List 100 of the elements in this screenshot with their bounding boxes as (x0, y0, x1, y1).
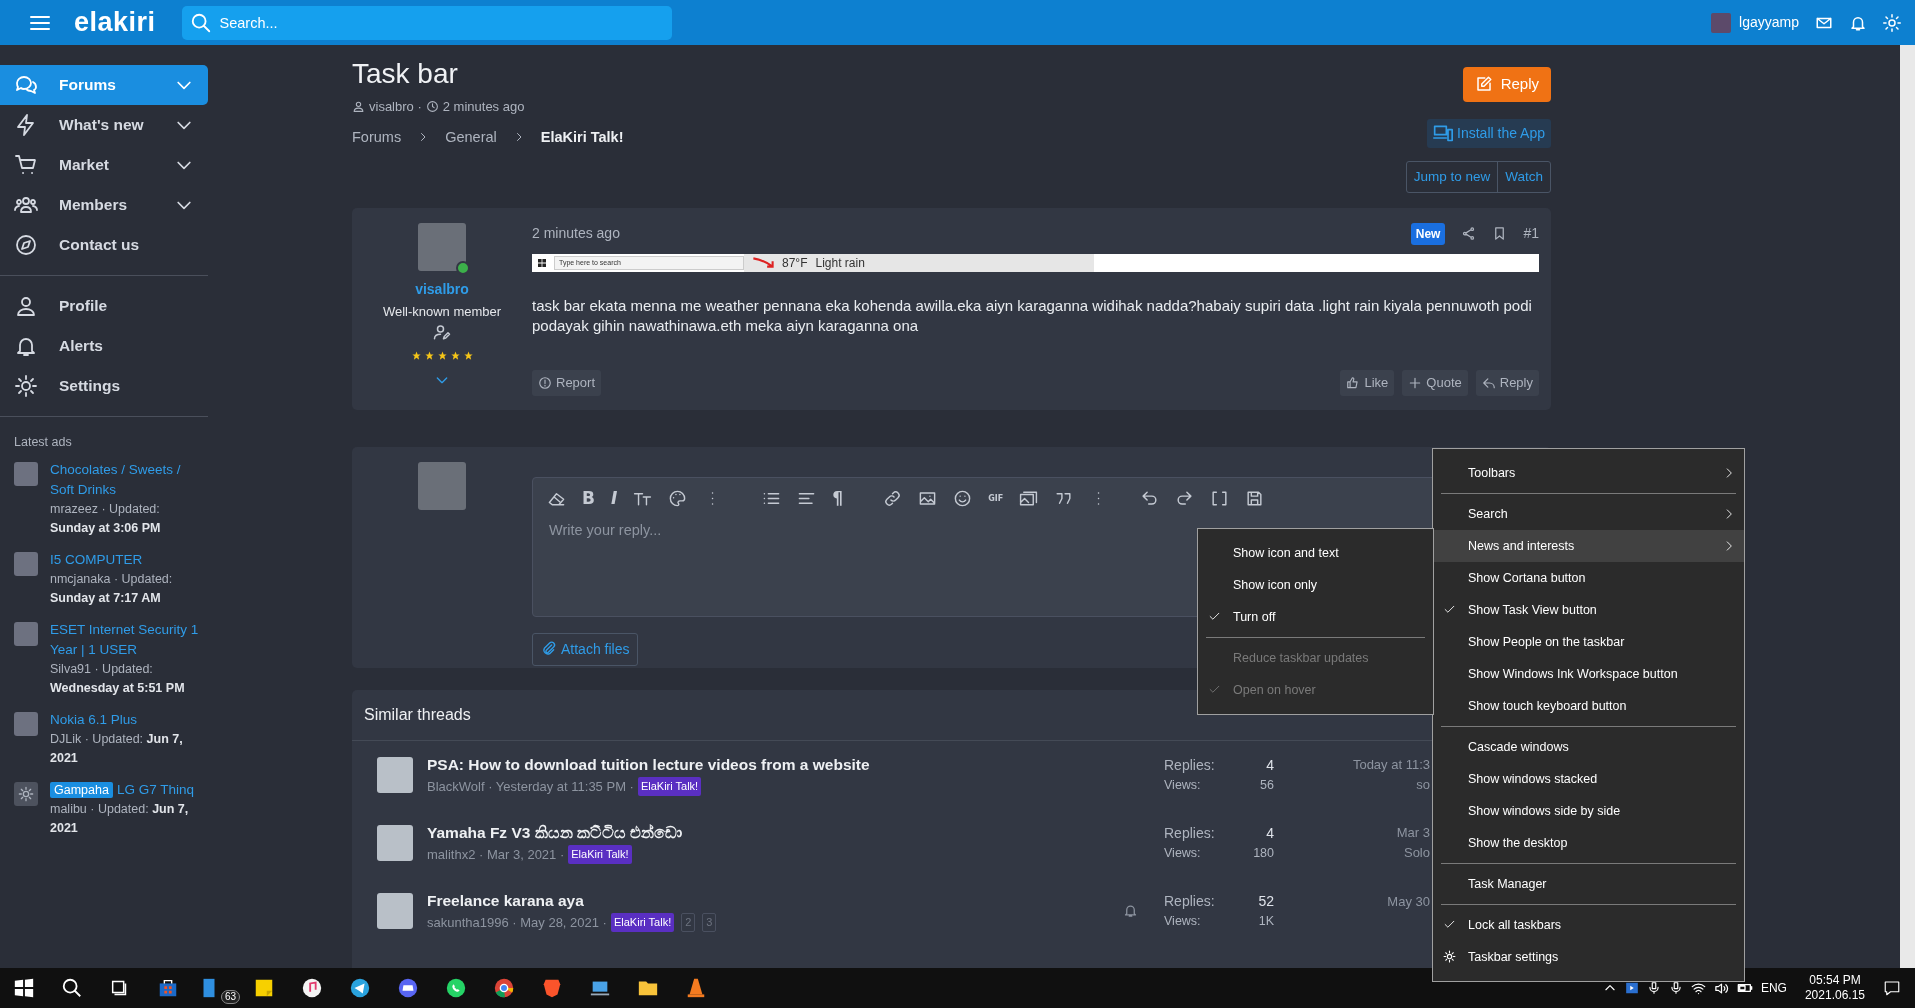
attach-files-button[interactable]: Attach files (532, 632, 639, 666)
site-logo[interactable]: elakiri (74, 2, 156, 43)
thread-avatar[interactable] (377, 824, 413, 861)
ad-title-link[interactable]: Nokia 6.1 Plus (50, 709, 138, 730)
ad-title-link[interactable]: LG G7 Thinq (116, 779, 194, 800)
search-icon[interactable] (61, 977, 83, 999)
game-controller-icon[interactable] (397, 977, 419, 999)
last-poster[interactable]: so (1310, 774, 1430, 795)
menu-item[interactable]: Turn off (1198, 601, 1433, 633)
ad-title-link[interactable]: I5 COMPUTER (50, 549, 143, 570)
reply-button[interactable]: Reply (1475, 370, 1539, 396)
menu-item[interactable]: Toolbars (1433, 457, 1744, 489)
nav-item[interactable]: Forums (0, 65, 208, 105)
menu-item[interactable]: Search (1433, 498, 1744, 530)
app-tray-icon[interactable] (1624, 981, 1639, 995)
quote-button[interactable]: Quote (1402, 370, 1468, 396)
browser-icon[interactable] (493, 977, 515, 999)
nav-item[interactable]: Members (0, 185, 208, 225)
menu-item[interactable]: Show the desktop (1433, 827, 1744, 859)
menu-item[interactable]: Show Cortana button (1433, 562, 1744, 594)
smiley-icon[interactable] (953, 489, 973, 509)
lion-shield-icon[interactable] (541, 977, 563, 999)
brackets-icon[interactable] (1210, 489, 1230, 509)
scrollbar[interactable] (1900, 45, 1915, 968)
nav-item[interactable]: Contact us (0, 225, 208, 265)
menu-item[interactable]: Show Windows Ink Workspace button (1433, 658, 1744, 690)
jump-to-new-button[interactable]: Jump to new (1406, 161, 1498, 192)
ad-thumbnail[interactable] (14, 461, 38, 486)
toolbar-button[interactable]: B (582, 486, 595, 512)
microphone-icon[interactable] (1668, 981, 1683, 995)
thread-avatar[interactable] (377, 756, 413, 793)
thread-title-link[interactable]: PSA: How to download tuition lecture videos from a website (427, 753, 1123, 777)
speaker-icon[interactable] (1713, 980, 1729, 996)
nav-item[interactable]: What's new (0, 105, 208, 145)
music-note-icon[interactable] (301, 977, 323, 999)
menu-item[interactable]: Lock all taskbars (1433, 909, 1744, 941)
menu-item[interactable]: News and interests (1433, 530, 1744, 562)
link-icon[interactable] (883, 489, 903, 509)
post-time[interactable]: 2 minutes ago (532, 223, 620, 245)
palette-icon[interactable] (668, 489, 688, 509)
breadcrumb-link[interactable]: General (445, 126, 497, 149)
breadcrumb-link[interactable]: Forums (352, 126, 402, 149)
search-field[interactable]: Search... (181, 5, 672, 40)
ad-meta: DJLik · Updated: Jun 7, 2021 (50, 730, 184, 767)
taskbar-clock[interactable]: 05:54 PM 2021.06.15 (1804, 973, 1865, 1003)
forum-tag[interactable]: ElaKiri Talk! (610, 913, 675, 932)
menu-item[interactable]: Show Task View button (1433, 594, 1744, 626)
nav-item[interactable]: Alerts (0, 326, 208, 366)
menu-item[interactable]: Show windows side by side (1433, 795, 1744, 827)
notification-icon[interactable] (1883, 979, 1901, 997)
menu-item[interactable]: Task Manager (1433, 868, 1744, 900)
thread-avatar[interactable] (377, 892, 413, 929)
author-name[interactable]: visalbro (415, 278, 469, 300)
traffic-cone-icon[interactable] (685, 977, 707, 999)
sun-icon[interactable] (1883, 13, 1901, 32)
checkmark-icon (1208, 683, 1221, 696)
menu-item[interactable]: Show windows stacked (1433, 763, 1744, 795)
sticky-note-icon[interactable] (253, 977, 275, 999)
ad-thumbnail[interactable] (14, 621, 38, 646)
share-icon[interactable] (1461, 226, 1477, 242)
thread-title-link[interactable]: Yamaha Fz V3 කියන කට්ටිය එන්ඩො (427, 821, 1123, 845)
menu-item[interactable]: Show People on the taskbar (1433, 626, 1744, 658)
microphone-icon[interactable] (1646, 981, 1661, 995)
last-poster[interactable]: Solo (1310, 842, 1430, 863)
save-icon[interactable] (1245, 489, 1265, 509)
nav-item[interactable]: Profile (0, 286, 208, 326)
menu-item[interactable]: Show icon only (1198, 569, 1433, 601)
toolbar-button[interactable]: I (610, 486, 618, 512)
nav-item[interactable]: Market (0, 145, 208, 185)
menu-item[interactable]: Taskbar settings (1433, 941, 1744, 973)
phone-bubble-icon[interactable] (445, 977, 467, 999)
stat-label: Views: (1164, 844, 1201, 862)
watch-button[interactable]: Watch (1497, 161, 1550, 192)
install-app-button[interactable]: Install the App (1427, 118, 1551, 148)
username[interactable]: lgayyamp (1739, 12, 1799, 33)
ad-thumbnail[interactable] (14, 711, 38, 736)
breadcrumb-link[interactable]: ElaKiri Talk! (540, 126, 624, 149)
toolbar-button[interactable]: GIF (988, 492, 1004, 505)
toolbar-button[interactable]: ¶ (832, 486, 844, 512)
input-language[interactable]: ENG (1760, 979, 1787, 997)
ad-thumbnail[interactable] (14, 551, 38, 576)
menu-item[interactable]: Show touch keyboard button (1433, 690, 1744, 722)
reply-input[interactable]: Write your reply... (533, 519, 1033, 542)
ad-title-link[interactable]: ESET Internet Security 1 Year | 1 USER (50, 619, 204, 660)
menu-item[interactable]: Show icon and text (1198, 537, 1433, 569)
thread-author[interactable]: visalbro · (369, 97, 422, 117)
forum-tag[interactable]: ElaKiri Talk! (568, 845, 632, 864)
media-icon[interactable] (1019, 489, 1039, 509)
avatar-photo-placeholder[interactable] (418, 222, 466, 271)
menu-item[interactable]: Cascade windows (1433, 731, 1744, 763)
forum-tag[interactable]: ElaKiri Talk! (637, 777, 702, 796)
paper-plane-icon[interactable] (349, 977, 371, 999)
nav-item[interactable]: Settings (0, 366, 208, 406)
post-number-link[interactable]: #1 (1523, 223, 1539, 245)
report-button[interactable]: Report (532, 370, 602, 396)
shopping-bag-icon[interactable] (157, 977, 179, 999)
like-button[interactable]: Like (1340, 370, 1395, 396)
thread-title-link[interactable]: Freelance karana aya (427, 889, 1123, 913)
windows-logo-icon[interactable] (13, 977, 35, 999)
ad-title-link[interactable]: Chocolates / Sweets / Soft Drinks (50, 459, 204, 500)
